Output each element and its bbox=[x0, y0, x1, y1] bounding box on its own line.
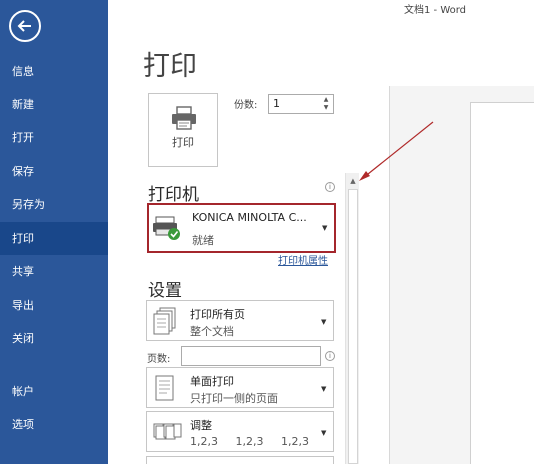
nav-item-save-as[interactable]: 另存为 bbox=[0, 188, 108, 221]
collate-dropdown[interactable]: 调整 1,2,3 1,2,3 1,2,3 ▼ bbox=[146, 411, 334, 452]
pages-stack-icon bbox=[153, 307, 176, 335]
print-sides-sub: 只打印一侧的页面 bbox=[190, 392, 278, 405]
printer-heading: 打印机 bbox=[148, 185, 199, 205]
print-button-label: 打印 bbox=[172, 136, 194, 149]
nav-item-export[interactable]: 导出 bbox=[0, 289, 108, 322]
print-sides-main: 单面打印 bbox=[190, 375, 234, 388]
printer-properties-link[interactable]: 打印机属性 bbox=[278, 252, 328, 267]
nav-item-save[interactable]: 保存 bbox=[0, 155, 108, 188]
backstage-sidebar: 信息 新建 打开 保存 另存为 打印 共享 导出 关闭 帐户 选项 bbox=[0, 0, 108, 464]
copies-spinner[interactable]: ▲ ▼ bbox=[321, 96, 331, 112]
settings-heading: 设置 bbox=[148, 281, 182, 301]
settings-scrollbar[interactable]: ▲ bbox=[345, 173, 359, 464]
chevron-down-icon: ▼ bbox=[321, 318, 327, 326]
window-title: 文档1 - Word bbox=[404, 5, 467, 16]
copies-value: 1 bbox=[273, 97, 280, 110]
print-sides-dropdown[interactable]: 单面打印 只打印一侧的页面 ▼ bbox=[146, 367, 334, 408]
pages-info-icon[interactable]: i bbox=[325, 351, 335, 361]
printer-icon bbox=[172, 106, 196, 130]
copies-input[interactable]: 1 ▲ ▼ bbox=[268, 94, 334, 114]
back-arrow-icon[interactable] bbox=[9, 10, 41, 42]
printer-ready-icon bbox=[153, 216, 180, 240]
chevron-down-icon: ▼ bbox=[321, 385, 327, 393]
spin-up-icon[interactable]: ▲ bbox=[321, 96, 331, 104]
nav-item-print[interactable]: 打印 bbox=[0, 222, 108, 255]
nav-item-share[interactable]: 共享 bbox=[0, 255, 108, 288]
printer-name: KONICA MINOLTA C... bbox=[192, 211, 307, 224]
collated-pages-icon bbox=[153, 423, 182, 440]
annotation-arrow-icon bbox=[359, 121, 434, 181]
nav-item-new[interactable]: 新建 bbox=[0, 88, 108, 121]
nav-item-open[interactable]: 打开 bbox=[0, 121, 108, 154]
scroll-thumb[interactable] bbox=[348, 189, 358, 464]
printer-info-icon[interactable]: i bbox=[325, 182, 335, 192]
nav-item-close[interactable]: 关闭 bbox=[0, 322, 108, 355]
collate-sub: 1,2,3 1,2,3 1,2,3 bbox=[190, 435, 309, 448]
print-range-dropdown[interactable]: 打印所有页 整个文档 ▼ bbox=[146, 300, 334, 341]
collate-main: 调整 bbox=[190, 419, 212, 432]
next-setting-dropdown[interactable] bbox=[146, 456, 334, 464]
printer-dropdown[interactable]: KONICA MINOLTA C... 就绪 ▼ bbox=[147, 203, 336, 253]
print-range-sub: 整个文档 bbox=[190, 325, 234, 338]
nav-item-options[interactable]: 选项 bbox=[0, 408, 108, 441]
copies-label: 份数: bbox=[234, 100, 258, 111]
print-button[interactable]: 打印 bbox=[148, 93, 218, 167]
pages-label: 页数: bbox=[147, 354, 171, 365]
preview-page bbox=[470, 102, 534, 464]
chevron-down-icon: ▼ bbox=[322, 224, 328, 232]
page-title: 打印 bbox=[143, 51, 197, 82]
chevron-down-icon: ▼ bbox=[321, 429, 327, 437]
nav-item-account[interactable]: 帐户 bbox=[0, 375, 108, 408]
nav-item-info[interactable]: 信息 bbox=[0, 55, 108, 88]
spin-down-icon[interactable]: ▼ bbox=[321, 104, 331, 112]
printer-status: 就绪 bbox=[192, 234, 214, 247]
pages-input[interactable] bbox=[181, 346, 321, 366]
one-sided-page-icon bbox=[155, 375, 174, 401]
print-range-main: 打印所有页 bbox=[190, 308, 245, 321]
